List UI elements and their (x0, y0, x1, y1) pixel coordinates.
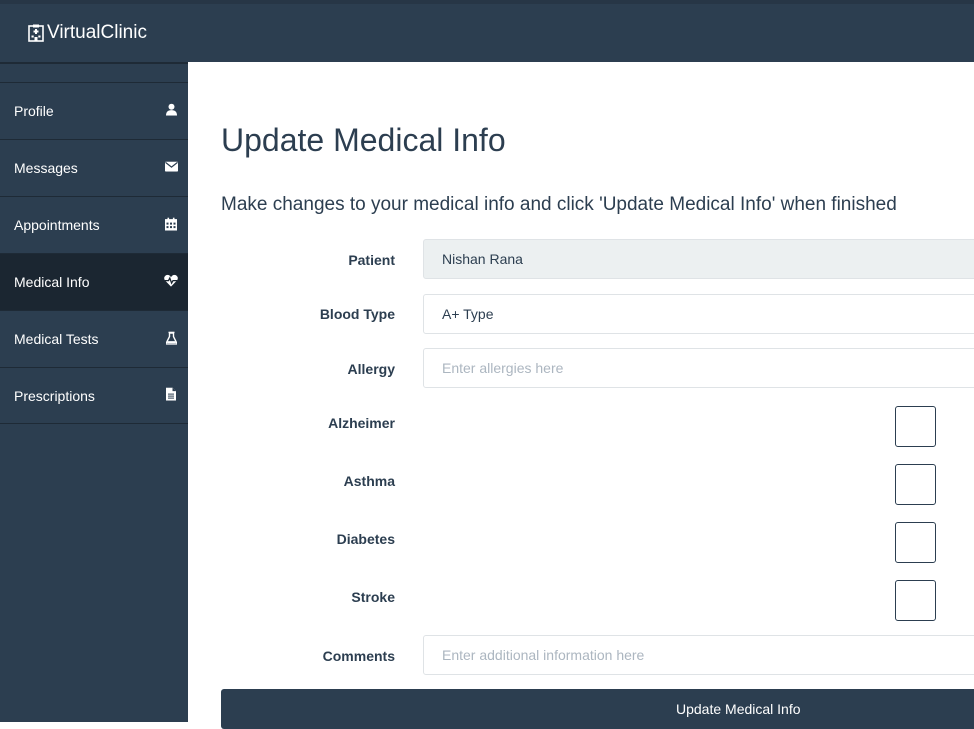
comments-placeholder: Enter additional information here (442, 647, 645, 663)
asthma-checkbox[interactable] (895, 464, 936, 505)
diabetes-checkbox[interactable] (895, 522, 936, 563)
main-content: Update Medical Info Make changes to your… (188, 62, 974, 729)
top-navbar: VirtualClinic (0, 0, 974, 62)
update-medical-info-button[interactable]: Update Medical Info (221, 689, 974, 729)
allergy-placeholder: Enter allergies here (442, 360, 564, 376)
sidebar: Profile Messages Appointments Medical In… (0, 62, 188, 722)
patient-label: Patient (348, 252, 395, 268)
diabetes-label: Diabetes (336, 531, 395, 547)
page-title: Update Medical Info (221, 122, 506, 158)
sidebar-item-medical-tests[interactable]: Medical Tests (0, 310, 188, 367)
sidebar-item-label: Profile (14, 103, 54, 119)
sidebar-item-label: Medical Tests (14, 331, 99, 347)
user-icon (164, 103, 178, 117)
alzheimer-label: Alzheimer (328, 415, 395, 431)
asthma-label: Asthma (343, 473, 395, 489)
file-icon (164, 387, 178, 401)
flask-icon (164, 331, 178, 345)
sidebar-item-label: Appointments (14, 217, 100, 233)
blood-type-field[interactable]: A+ Type (423, 294, 974, 334)
hospital-icon (28, 24, 44, 42)
calendar-icon (164, 217, 178, 231)
sidebar-item-profile[interactable]: Profile (0, 82, 188, 139)
allergy-input[interactable]: Enter allergies here (423, 348, 974, 388)
allergy-label: Allergy (347, 361, 395, 377)
sidebar-item-appointments[interactable]: Appointments (0, 196, 188, 253)
sidebar-item-label: Medical Info (14, 274, 90, 290)
comments-label: Comments (322, 648, 395, 664)
blood-type-value: A+ Type (442, 306, 494, 322)
brand-link[interactable]: VirtualClinic (28, 22, 147, 44)
patient-value: Nishan Rana (442, 251, 523, 267)
stroke-label: Stroke (351, 589, 395, 605)
sidebar-item-label: Messages (14, 160, 78, 176)
patient-field: Nishan Rana (423, 239, 974, 279)
sidebar-item-medical-info[interactable]: Medical Info (0, 253, 188, 310)
brand-name: VirtualClinic (47, 22, 147, 43)
sidebar-item-prescriptions[interactable]: Prescriptions (0, 367, 188, 424)
alzheimer-checkbox[interactable] (895, 406, 936, 447)
page-subtitle: Make changes to your medical info and cl… (221, 194, 897, 215)
envelope-icon (164, 160, 178, 174)
sidebar-item-messages[interactable]: Messages (0, 139, 188, 196)
heartbeat-icon (164, 274, 178, 288)
submit-label: Update Medical Info (676, 701, 801, 717)
sidebar-item-label: Prescriptions (14, 387, 95, 404)
stroke-checkbox[interactable] (895, 580, 936, 621)
blood-type-label: Blood Type (319, 306, 395, 322)
comments-input[interactable]: Enter additional information here (423, 635, 974, 675)
